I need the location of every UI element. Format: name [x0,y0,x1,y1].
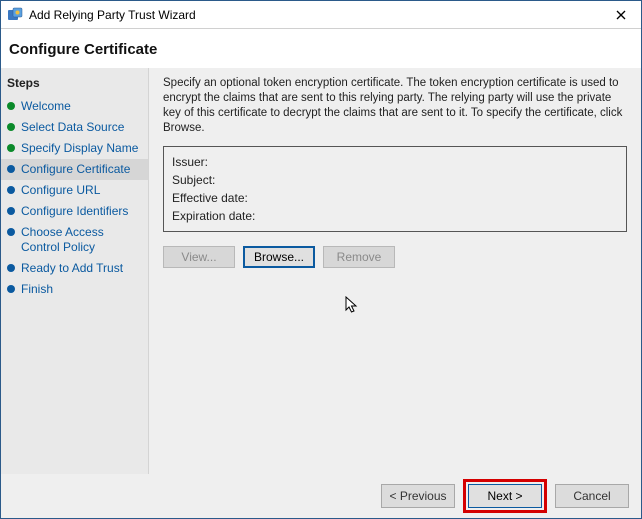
previous-button[interactable]: < Previous [381,484,455,508]
steps-sidebar: Steps Welcome Select Data Source Specify… [1,68,149,474]
view-button: View... [163,246,235,268]
window-title: Add Relying Party Trust Wizard [29,8,607,22]
bullet-icon [7,144,15,152]
cert-expiration-label: Expiration date: [172,209,255,223]
step-label: Configure Certificate [21,162,142,177]
bullet-icon [7,228,15,236]
cert-subject-row: Subject: [172,171,618,189]
step-label: Choose Access Control Policy [21,225,142,255]
next-button[interactable]: Next > [468,484,542,508]
app-icon [7,7,23,23]
certificate-button-row: View... Browse... Remove [163,246,627,268]
main-panel: Specify an optional token encryption cer… [149,68,641,474]
cert-effective-row: Effective date: [172,189,618,207]
step-configure-identifiers[interactable]: Configure Identifiers [1,201,148,222]
step-label: Finish [21,282,142,297]
bullet-icon [7,186,15,194]
step-choose-access-control-policy[interactable]: Choose Access Control Policy [1,222,148,258]
page-title: Configure Certificate [1,29,641,68]
step-ready-to-add-trust[interactable]: Ready to Add Trust [1,258,148,279]
step-label: Select Data Source [21,120,142,135]
step-label: Configure URL [21,183,142,198]
step-welcome[interactable]: Welcome [1,96,148,117]
cert-effective-label: Effective date: [172,191,248,205]
steps-header: Steps [1,72,148,96]
step-label: Configure Identifiers [21,204,142,219]
step-label: Specify Display Name [21,141,142,156]
bullet-icon [7,285,15,293]
instructions-text: Specify an optional token encryption cer… [163,76,627,136]
step-select-data-source[interactable]: Select Data Source [1,117,148,138]
cert-expiration-row: Expiration date: [172,207,618,225]
step-finish[interactable]: Finish [1,279,148,300]
next-button-highlight: Next > [463,479,547,513]
cert-subject-label: Subject: [172,173,215,187]
step-label: Ready to Add Trust [21,261,142,276]
bullet-icon [7,264,15,272]
bullet-icon [7,102,15,110]
bullet-icon [7,165,15,173]
step-configure-certificate[interactable]: Configure Certificate [1,159,148,180]
titlebar: Add Relying Party Trust Wizard [1,1,641,29]
wizard-window: Add Relying Party Trust Wizard Configure… [0,0,642,519]
cert-issuer-row: Issuer: [172,153,618,171]
step-label: Welcome [21,99,142,114]
wizard-footer: < Previous Next > Cancel [1,474,641,518]
cursor-icon [345,296,359,319]
bullet-icon [7,207,15,215]
cert-issuer-label: Issuer: [172,155,208,169]
bullet-icon [7,123,15,131]
cancel-button[interactable]: Cancel [555,484,629,508]
step-specify-display-name[interactable]: Specify Display Name [1,138,148,159]
remove-button: Remove [323,246,395,268]
wizard-body: Steps Welcome Select Data Source Specify… [1,68,641,474]
close-button[interactable] [607,5,635,25]
step-configure-url[interactable]: Configure URL [1,180,148,201]
browse-button[interactable]: Browse... [243,246,315,268]
certificate-details-box: Issuer: Subject: Effective date: Expirat… [163,146,627,232]
